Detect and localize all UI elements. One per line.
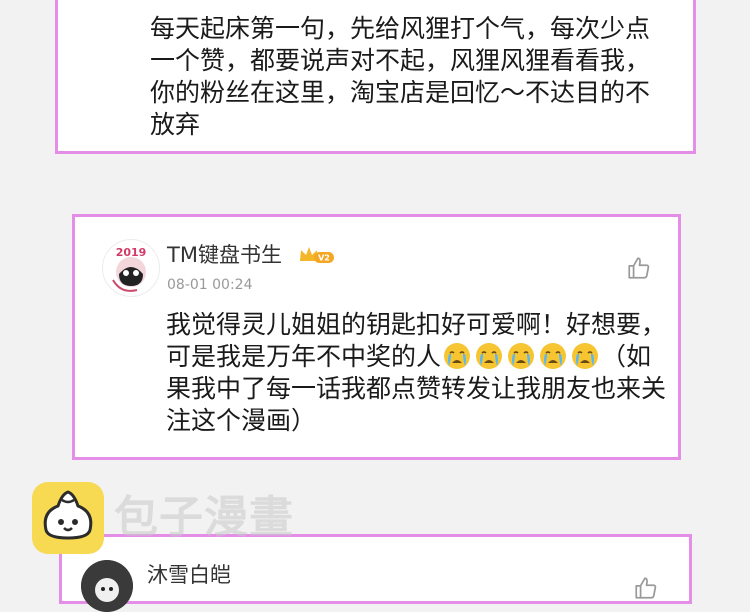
username[interactable]: TM键盘书生 [167,242,282,268]
crying-face-emoji-icon [571,342,599,370]
avatar-image-icon [81,560,133,612]
crown-badge-icon: V2 [298,245,334,265]
thumbs-up-icon[interactable] [633,575,659,601]
comment-card: 2019 TM键盘书生 V2 08-01 00:24 我觉得灵儿姐姐的钥匙扣好可… [72,214,681,460]
bun-logo-icon [32,482,104,554]
crying-face-emoji-icon [443,342,471,370]
crying-face-emoji-icon [539,342,567,370]
avatar[interactable]: 2019 [102,239,160,297]
comment-timestamp: 08-01 00:24 [167,277,253,293]
comment-card: 每天起床第一句，先给风狸打个气，每次少点一个赞，都要说声对不起，风狸风狸看看我，… [55,0,696,154]
crying-face-emoji-icon [507,342,535,370]
avatar-label: 2019 [116,246,147,259]
comment-text: 每天起床第一句，先给风狸打个气，每次少点一个赞，都要说声对不起，风狸风狸看看我，… [150,14,651,139]
thumbs-up-icon[interactable] [626,255,652,281]
crying-face-emoji-icon [475,342,503,370]
watermark: 包子漫畫 [32,482,312,554]
comment-text: 我觉得灵儿姐姐的钥匙扣好可爱啊！好想要，可是我是万年不中奖的人 （如果我中了每一话… [166,309,666,437]
avatar-image-icon: 2019 [104,241,158,295]
avatar[interactable] [81,560,133,612]
username[interactable]: 沐雪白皑 [147,562,231,588]
watermark-text: 包子漫畫 [114,492,294,543]
vip-badge-label: V2 [318,254,330,263]
